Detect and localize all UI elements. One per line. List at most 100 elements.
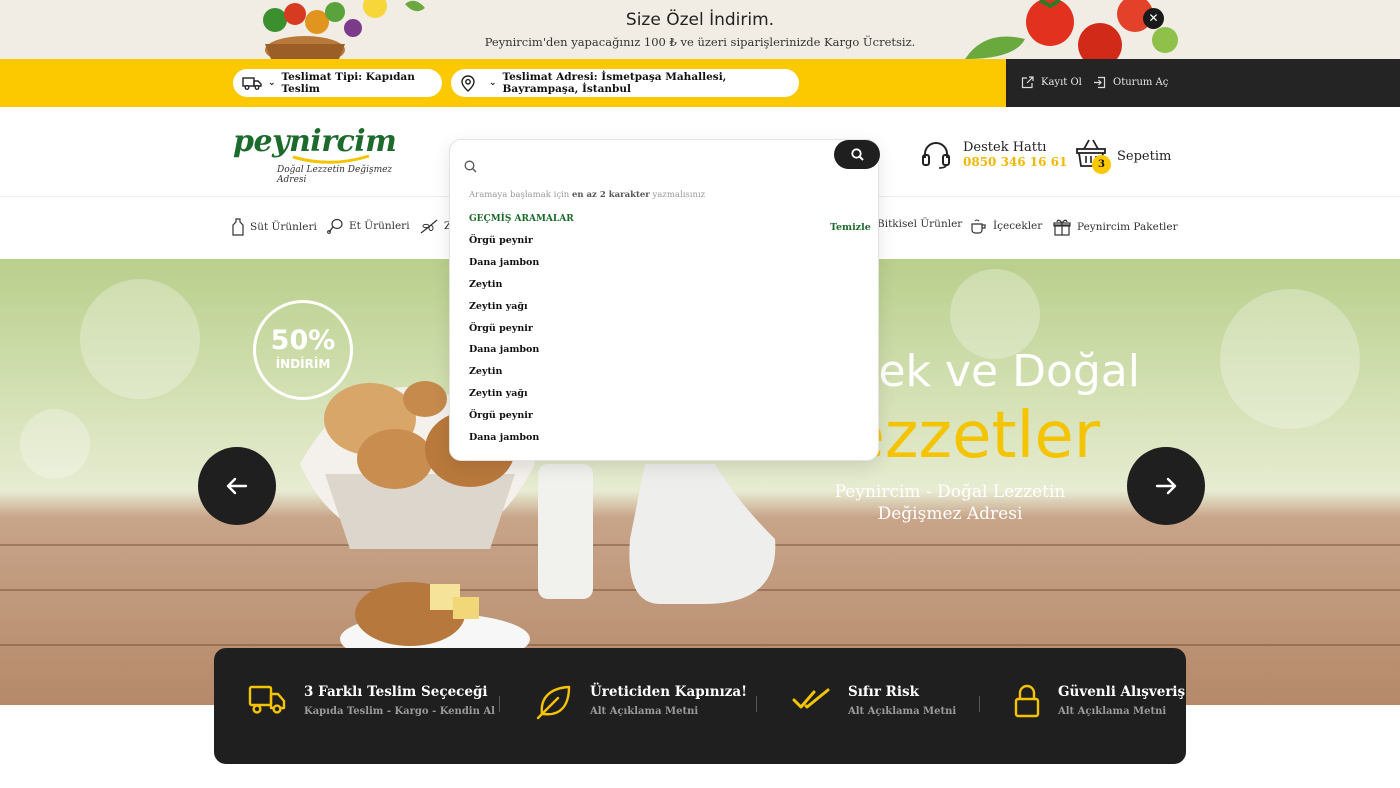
bokeh-light: [1220, 289, 1360, 429]
login-link[interactable]: Oturum Aç: [1093, 76, 1168, 89]
nav-item-label: Süt Ürünleri: [250, 221, 317, 233]
promo-close-button[interactable]: ✕: [1143, 8, 1164, 29]
bokeh-light: [20, 409, 90, 479]
lock-icon: [1014, 684, 1040, 718]
hero-subtitle: Peynircim - Doğal Lezzetin Değişmez Adre…: [800, 481, 1100, 525]
feature-divider: [499, 696, 500, 712]
nav-item-sut-urunleri[interactable]: Süt Ürünleri: [232, 218, 317, 236]
meat-icon: [327, 218, 343, 234]
search-hint-bold: en az 2 karakter: [571, 190, 650, 200]
leaf-icon: [536, 685, 571, 720]
register-label: Kayıt Ol: [1041, 77, 1082, 88]
search-history-item[interactable]: Zeytin yağı: [469, 388, 539, 410]
feature-title: Sıfır Risk: [848, 684, 919, 700]
cart-label: Sepetim: [1117, 149, 1172, 164]
search-icon: [464, 160, 477, 173]
delivery-type-label: Teslimat Tipi: Kapıdan Teslim: [281, 71, 415, 95]
nav-item-label: Peynircim Paketler: [1077, 221, 1178, 233]
search-dropdown: Aramaya başlamak için en az 2 karakter y…: [449, 139, 880, 461]
bokeh-light: [80, 279, 200, 399]
support-line[interactable]: Destek Hattı 0850 346 16 61: [921, 140, 1067, 169]
search-history-item[interactable]: Örgü peynir: [469, 235, 539, 257]
delivery-type-select[interactable]: ⌄ Teslimat Tipi: Kapıdan Teslim: [233, 69, 442, 97]
search-history-item[interactable]: Örgü peynir: [469, 323, 539, 345]
search-history-title: GEÇMİŞ ARAMALAR: [469, 214, 574, 224]
search-history-item[interactable]: Örgü peynir: [469, 410, 539, 432]
hero-subtitle-line-1: Peynircim - Doğal Lezzetin: [834, 482, 1066, 502]
gift-box-icon: [1053, 219, 1071, 236]
truck-icon: [242, 77, 262, 90]
search-hint-post: yazmalısınız: [649, 190, 706, 200]
feature-secure-shopping: Güvenli Alışveriş Alt Açıklama Metni: [1014, 684, 1185, 718]
search-hint: Aramaya başlamak için en az 2 karakter y…: [469, 190, 705, 200]
arrow-left-icon: [226, 477, 248, 495]
nav-item-icecekler[interactable]: İçecekler: [969, 218, 1042, 234]
search-history-item[interactable]: Dana jambon: [469, 344, 539, 366]
slider-next-button[interactable]: [1127, 447, 1205, 525]
feature-title: Güvenli Alışveriş: [1058, 684, 1186, 700]
search-history-item[interactable]: Dana jambon: [469, 257, 539, 279]
clear-history-button[interactable]: Temizle: [830, 222, 871, 233]
headset-icon: [922, 141, 950, 169]
nav-item-peynircim-paketler[interactable]: Peynircim Paketler: [1053, 218, 1178, 236]
search-history-item[interactable]: Zeytin: [469, 366, 539, 388]
double-check-icon: [792, 688, 830, 709]
nav-item-zeytin[interactable]: Z: [420, 218, 451, 234]
nav-item-label: Et Ürünleri: [349, 220, 410, 232]
search-history-item[interactable]: Dana jambon: [469, 432, 539, 454]
truck-icon: [248, 685, 286, 714]
tomatoes-image: [965, 0, 1178, 59]
nav-item-bitkisel-urunler[interactable]: Bitkisel Ürünler: [877, 218, 962, 230]
search-hint-pre: Aramaya başlamak için: [469, 190, 572, 200]
search-button[interactable]: [834, 140, 880, 169]
feature-title: 3 Farklı Teslim Seçeceği: [304, 684, 488, 700]
feature-subtitle: Kapıda Teslim - Kargo - Kendin Al: [304, 706, 495, 717]
feature-from-producer: Üreticiden Kapınıza! Alt Açıklama Metni: [536, 684, 747, 720]
login-label: Oturum Aç: [1113, 77, 1169, 88]
location-pin-icon: [461, 74, 475, 92]
search-history-item[interactable]: Zeytin: [469, 279, 539, 301]
feature-delivery-options: 3 Farklı Teslim Seçeceği Kapıda Teslim -…: [248, 684, 495, 717]
search-input[interactable]: [488, 150, 828, 176]
register-link[interactable]: Kayıt Ol: [1021, 76, 1082, 89]
cart-button[interactable]: 3 Sepetim: [1073, 138, 1173, 178]
search-icon: [850, 148, 864, 161]
login-icon: [1094, 76, 1106, 89]
search-history-item[interactable]: Zeytin yağı: [469, 301, 539, 323]
promo-banner: Size Özel İndirim. Peynircim'den yapacağ…: [0, 0, 1400, 59]
discount-badge: 50% İNDİRİM: [253, 300, 353, 400]
olive-branch-icon: [420, 219, 438, 234]
feature-title: Üreticiden Kapınıza!: [590, 684, 748, 700]
delivery-address-select[interactable]: ⌄ Teslimat Adresi: İsmetpaşa Mahallesi, …: [451, 69, 799, 97]
discount-label: İNDİRİM: [275, 357, 331, 371]
feature-subtitle: Alt Açıklama Metni: [590, 706, 699, 717]
nav-item-label: İçecekler: [993, 220, 1043, 232]
feature-subtitle: Alt Açıklama Metni: [848, 706, 957, 717]
support-label: Destek Hattı: [963, 140, 1047, 155]
table-plank-line: [0, 644, 1400, 646]
feature-divider: [756, 696, 757, 712]
support-phone[interactable]: 0850 346 16 61: [963, 155, 1067, 169]
hero-subtitle-line-2: Değişmez Adresi: [877, 504, 1023, 524]
chevron-down-icon: ⌄: [489, 78, 497, 88]
chevron-down-icon: ⌄: [268, 78, 276, 88]
cart-count-badge: 3: [1092, 155, 1111, 174]
features-strip: 3 Farklı Teslim Seçeceği Kapıda Teslim -…: [214, 648, 1186, 764]
feature-zero-risk: Sıfır Risk Alt Açıklama Metni: [792, 684, 956, 717]
feature-subtitle: Alt Açıklama Metni: [1058, 706, 1167, 717]
slider-prev-button[interactable]: [198, 447, 276, 525]
site-logo[interactable]: peynircim Doğal Lezzetin Değişmez Adresi: [233, 124, 408, 185]
nav-item-et-urunleri[interactable]: Et Ürünleri: [327, 218, 410, 234]
register-icon: [1021, 76, 1034, 89]
feature-divider: [979, 696, 980, 712]
delivery-address-label: Teslimat Adresi: İsmetpaşa Mahallesi, Ba…: [502, 71, 727, 95]
milk-bottle-icon: [232, 218, 244, 236]
teapot-icon: [971, 219, 986, 234]
logo-swoosh: [292, 154, 370, 164]
logo-tagline: Doğal Lezzetin Değişmez Adresi: [277, 165, 393, 185]
nav-item-label: Bitkisel Ürünler: [877, 218, 963, 230]
search-history-list: Örgü peynir Dana jambon Zeytin Zeytin ya…: [469, 235, 539, 454]
discount-value: 50%: [270, 325, 336, 356]
arrow-right-icon: [1155, 477, 1177, 495]
milk-bottles-image: [538, 464, 776, 604]
